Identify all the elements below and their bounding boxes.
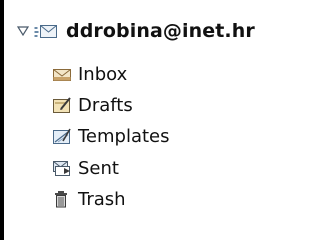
drafts-icon: [52, 96, 72, 114]
sent-icon: [52, 159, 72, 177]
folder-label-inbox: Inbox: [78, 63, 128, 85]
folder-label-drafts: Drafts: [78, 94, 133, 116]
folder-label-trash: Trash: [78, 188, 126, 210]
inbox-icon: [52, 65, 72, 83]
folder-label-templates: Templates: [78, 125, 170, 147]
folder-item-templates[interactable]: Templates: [52, 121, 170, 151]
account-tree-item[interactable]: ddrobina@inet.hr: [14, 14, 323, 48]
mail-account-icon: [34, 23, 58, 39]
folder-item-drafts[interactable]: Drafts: [52, 90, 133, 120]
folder-item-sent[interactable]: Sent: [52, 153, 119, 183]
folder-pane: ddrobina@inet.hr Inbox Drafts Templates …: [0, 0, 323, 240]
account-label: ddrobina@inet.hr: [66, 20, 255, 42]
expand-triangle-icon[interactable]: [16, 24, 30, 38]
folder-label-sent: Sent: [78, 157, 119, 179]
folder-item-inbox[interactable]: Inbox: [52, 59, 127, 89]
trash-icon: [52, 190, 72, 208]
folder-item-trash[interactable]: Trash: [52, 184, 126, 214]
templates-icon: [52, 127, 72, 145]
